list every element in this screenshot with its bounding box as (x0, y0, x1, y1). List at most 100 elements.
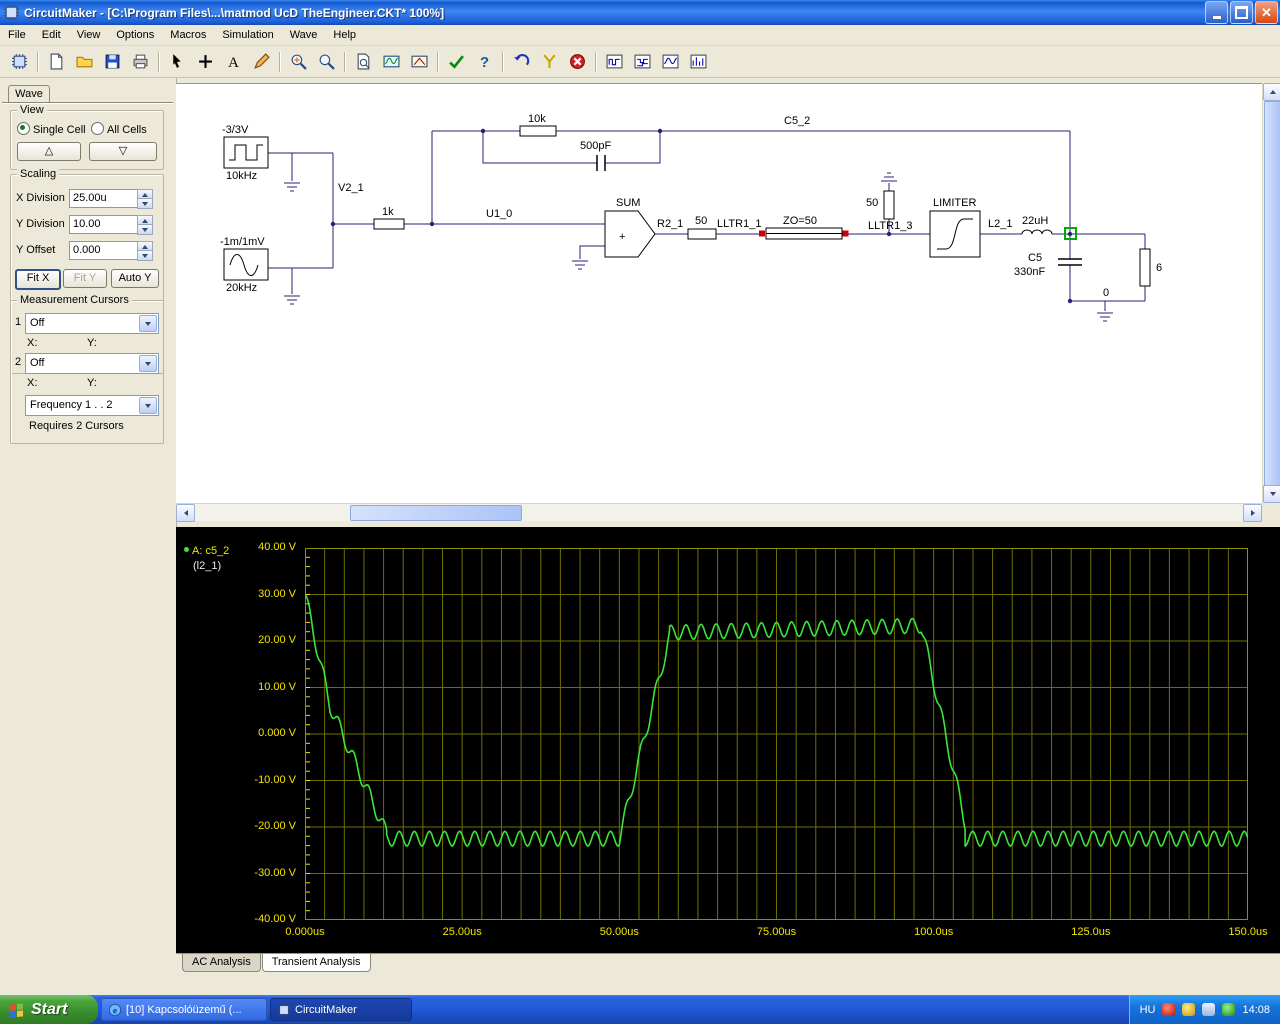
square-source[interactable] (223, 136, 269, 169)
chevron-down-icon[interactable] (139, 397, 157, 414)
analysis-window-icon[interactable] (405, 49, 433, 75)
scroll-down-icon[interactable] (1263, 485, 1280, 503)
fit-x-button[interactable]: Fit X (15, 269, 61, 290)
digital-display-icon[interactable] (600, 49, 628, 75)
bus-display-icon[interactable] (656, 49, 684, 75)
schematic-canvas[interactable]: + -3/3V 10kHz -1m/1mV 20kHz V2_1 1k 10k … (176, 83, 1262, 504)
tab-wave[interactable]: Wave (8, 85, 50, 103)
menu-file[interactable]: File (0, 26, 34, 44)
antivirus-icon[interactable] (1162, 1003, 1176, 1016)
stop-simulation-icon[interactable] (563, 49, 591, 75)
run-simulation-icon[interactable] (442, 49, 470, 75)
arrow-tool-icon[interactable] (163, 49, 191, 75)
scroll-up-icon[interactable] (1263, 83, 1280, 101)
cursor1-number: 1 (15, 316, 22, 328)
x-division-spinner[interactable] (137, 189, 153, 209)
vertical-scrollbar[interactable] (1262, 83, 1280, 503)
all-cells-radio-dot[interactable] (91, 122, 104, 135)
capacitor-500pf[interactable] (596, 155, 606, 171)
close-button[interactable]: ✕ (1255, 1, 1278, 24)
probe-tool-icon[interactable] (535, 49, 563, 75)
resistor-load[interactable] (1139, 248, 1151, 287)
cursor2-select[interactable]: Off (25, 353, 159, 374)
mixed-display-icon[interactable] (684, 49, 712, 75)
board-view-icon[interactable] (5, 49, 33, 75)
save-icon[interactable] (98, 49, 126, 75)
spinner-down-icon[interactable] (137, 224, 153, 235)
wire-tool-icon[interactable] (247, 49, 275, 75)
cell-up-button[interactable]: △ (17, 142, 81, 161)
horizontal-scrollbar[interactable] (176, 503, 1262, 522)
zoom-tool-icon[interactable] (284, 49, 312, 75)
minimize-button[interactable] (1205, 1, 1228, 24)
y-division-spinner[interactable] (137, 215, 153, 235)
y-offset-input[interactable]: 0.000 (69, 241, 140, 260)
taskbar-item-circuitmaker[interactable]: CircuitMaker (270, 998, 412, 1021)
menu-macros[interactable]: Macros (162, 26, 214, 44)
all-cells-radio[interactable]: All Cells (91, 122, 147, 136)
cursor-mode-select[interactable]: Frequency 1 . . 2 (25, 395, 159, 416)
place-part-icon[interactable] (191, 49, 219, 75)
tab-transient-analysis[interactable]: Transient Analysis (261, 954, 371, 972)
help-tool-icon[interactable] (470, 49, 498, 75)
resistor-50-series[interactable] (687, 228, 717, 240)
maximize-button[interactable] (1230, 1, 1253, 24)
keyboard-layout-indicator[interactable]: HU (1140, 1004, 1156, 1016)
inductor-22uh[interactable] (1021, 229, 1053, 235)
y-division-input[interactable]: 10.00 (69, 215, 140, 234)
resistor-50-term[interactable] (883, 190, 895, 220)
single-cell-radio[interactable]: Single Cell (17, 122, 86, 136)
chevron-down-icon[interactable] (139, 355, 157, 372)
messenger-icon[interactable] (1182, 1003, 1196, 1016)
single-cell-radio-dot[interactable] (17, 122, 30, 135)
sum-block[interactable]: + (604, 210, 656, 258)
waveform-display-icon[interactable] (628, 49, 656, 75)
cell-down-button[interactable]: ▽ (89, 142, 157, 161)
print-icon[interactable] (126, 49, 154, 75)
cursor1-select[interactable]: Off (25, 313, 159, 334)
magnify-icon[interactable] (312, 49, 340, 75)
vertical-scroll-thumb[interactable] (1264, 101, 1280, 486)
network-icon[interactable] (1222, 1003, 1236, 1016)
svg-text:0: 0 (1103, 287, 1109, 299)
auto-y-button[interactable]: Auto Y (111, 269, 159, 288)
waveform-viewer[interactable]: A: c5_2 (l2_1) 40.00 V 30.00 V 20.00 V 10.0… (176, 527, 1280, 953)
find-device-icon[interactable] (349, 49, 377, 75)
menu-help[interactable]: Help (325, 26, 364, 44)
spinner-down-icon[interactable] (137, 250, 153, 261)
limiter-block[interactable] (929, 210, 981, 258)
menu-options[interactable]: Options (108, 26, 162, 44)
taskbar-item-browser[interactable]: [10] Kapcsolóüzemű (... (101, 998, 267, 1021)
reset-icon[interactable] (507, 49, 535, 75)
transmission-line[interactable] (759, 227, 849, 240)
tab-ac-analysis[interactable]: AC Analysis (182, 954, 261, 972)
scope-window-icon[interactable] (377, 49, 405, 75)
y-offset-label: Y Offset (16, 244, 56, 256)
y-offset-spinner[interactable] (137, 241, 153, 261)
start-button[interactable]: Start (0, 995, 98, 1024)
fit-y-button[interactable]: Fit Y (63, 269, 107, 288)
horizontal-scroll-thumb[interactable] (350, 505, 522, 521)
scroll-left-icon[interactable] (176, 504, 195, 522)
resistor-1k[interactable] (373, 218, 405, 230)
capacitor-330nf[interactable] (1058, 258, 1082, 266)
ground-symbols (284, 172, 1113, 322)
menu-simulation[interactable]: Simulation (214, 26, 281, 44)
spinner-down-icon[interactable] (137, 198, 153, 209)
text-tool-icon[interactable] (219, 49, 247, 75)
scroll-right-icon[interactable] (1243, 504, 1262, 522)
menu-edit[interactable]: Edit (34, 26, 69, 44)
volume-icon[interactable] (1202, 1003, 1216, 1016)
y-axis-label: 20.00 V (258, 634, 296, 646)
new-file-icon[interactable] (42, 49, 70, 75)
sine-source[interactable] (223, 248, 269, 281)
chevron-down-icon[interactable] (139, 315, 157, 332)
menu-wave[interactable]: Wave (282, 26, 326, 44)
open-file-icon[interactable] (70, 49, 98, 75)
scope-plot[interactable] (305, 548, 1248, 920)
menu-view[interactable]: View (69, 26, 109, 44)
x-division-input[interactable]: 25.00u (69, 189, 140, 208)
resistor-10k[interactable] (519, 125, 557, 137)
cursor2-x-label: X: (27, 377, 38, 389)
svg-text:50: 50 (866, 197, 878, 209)
